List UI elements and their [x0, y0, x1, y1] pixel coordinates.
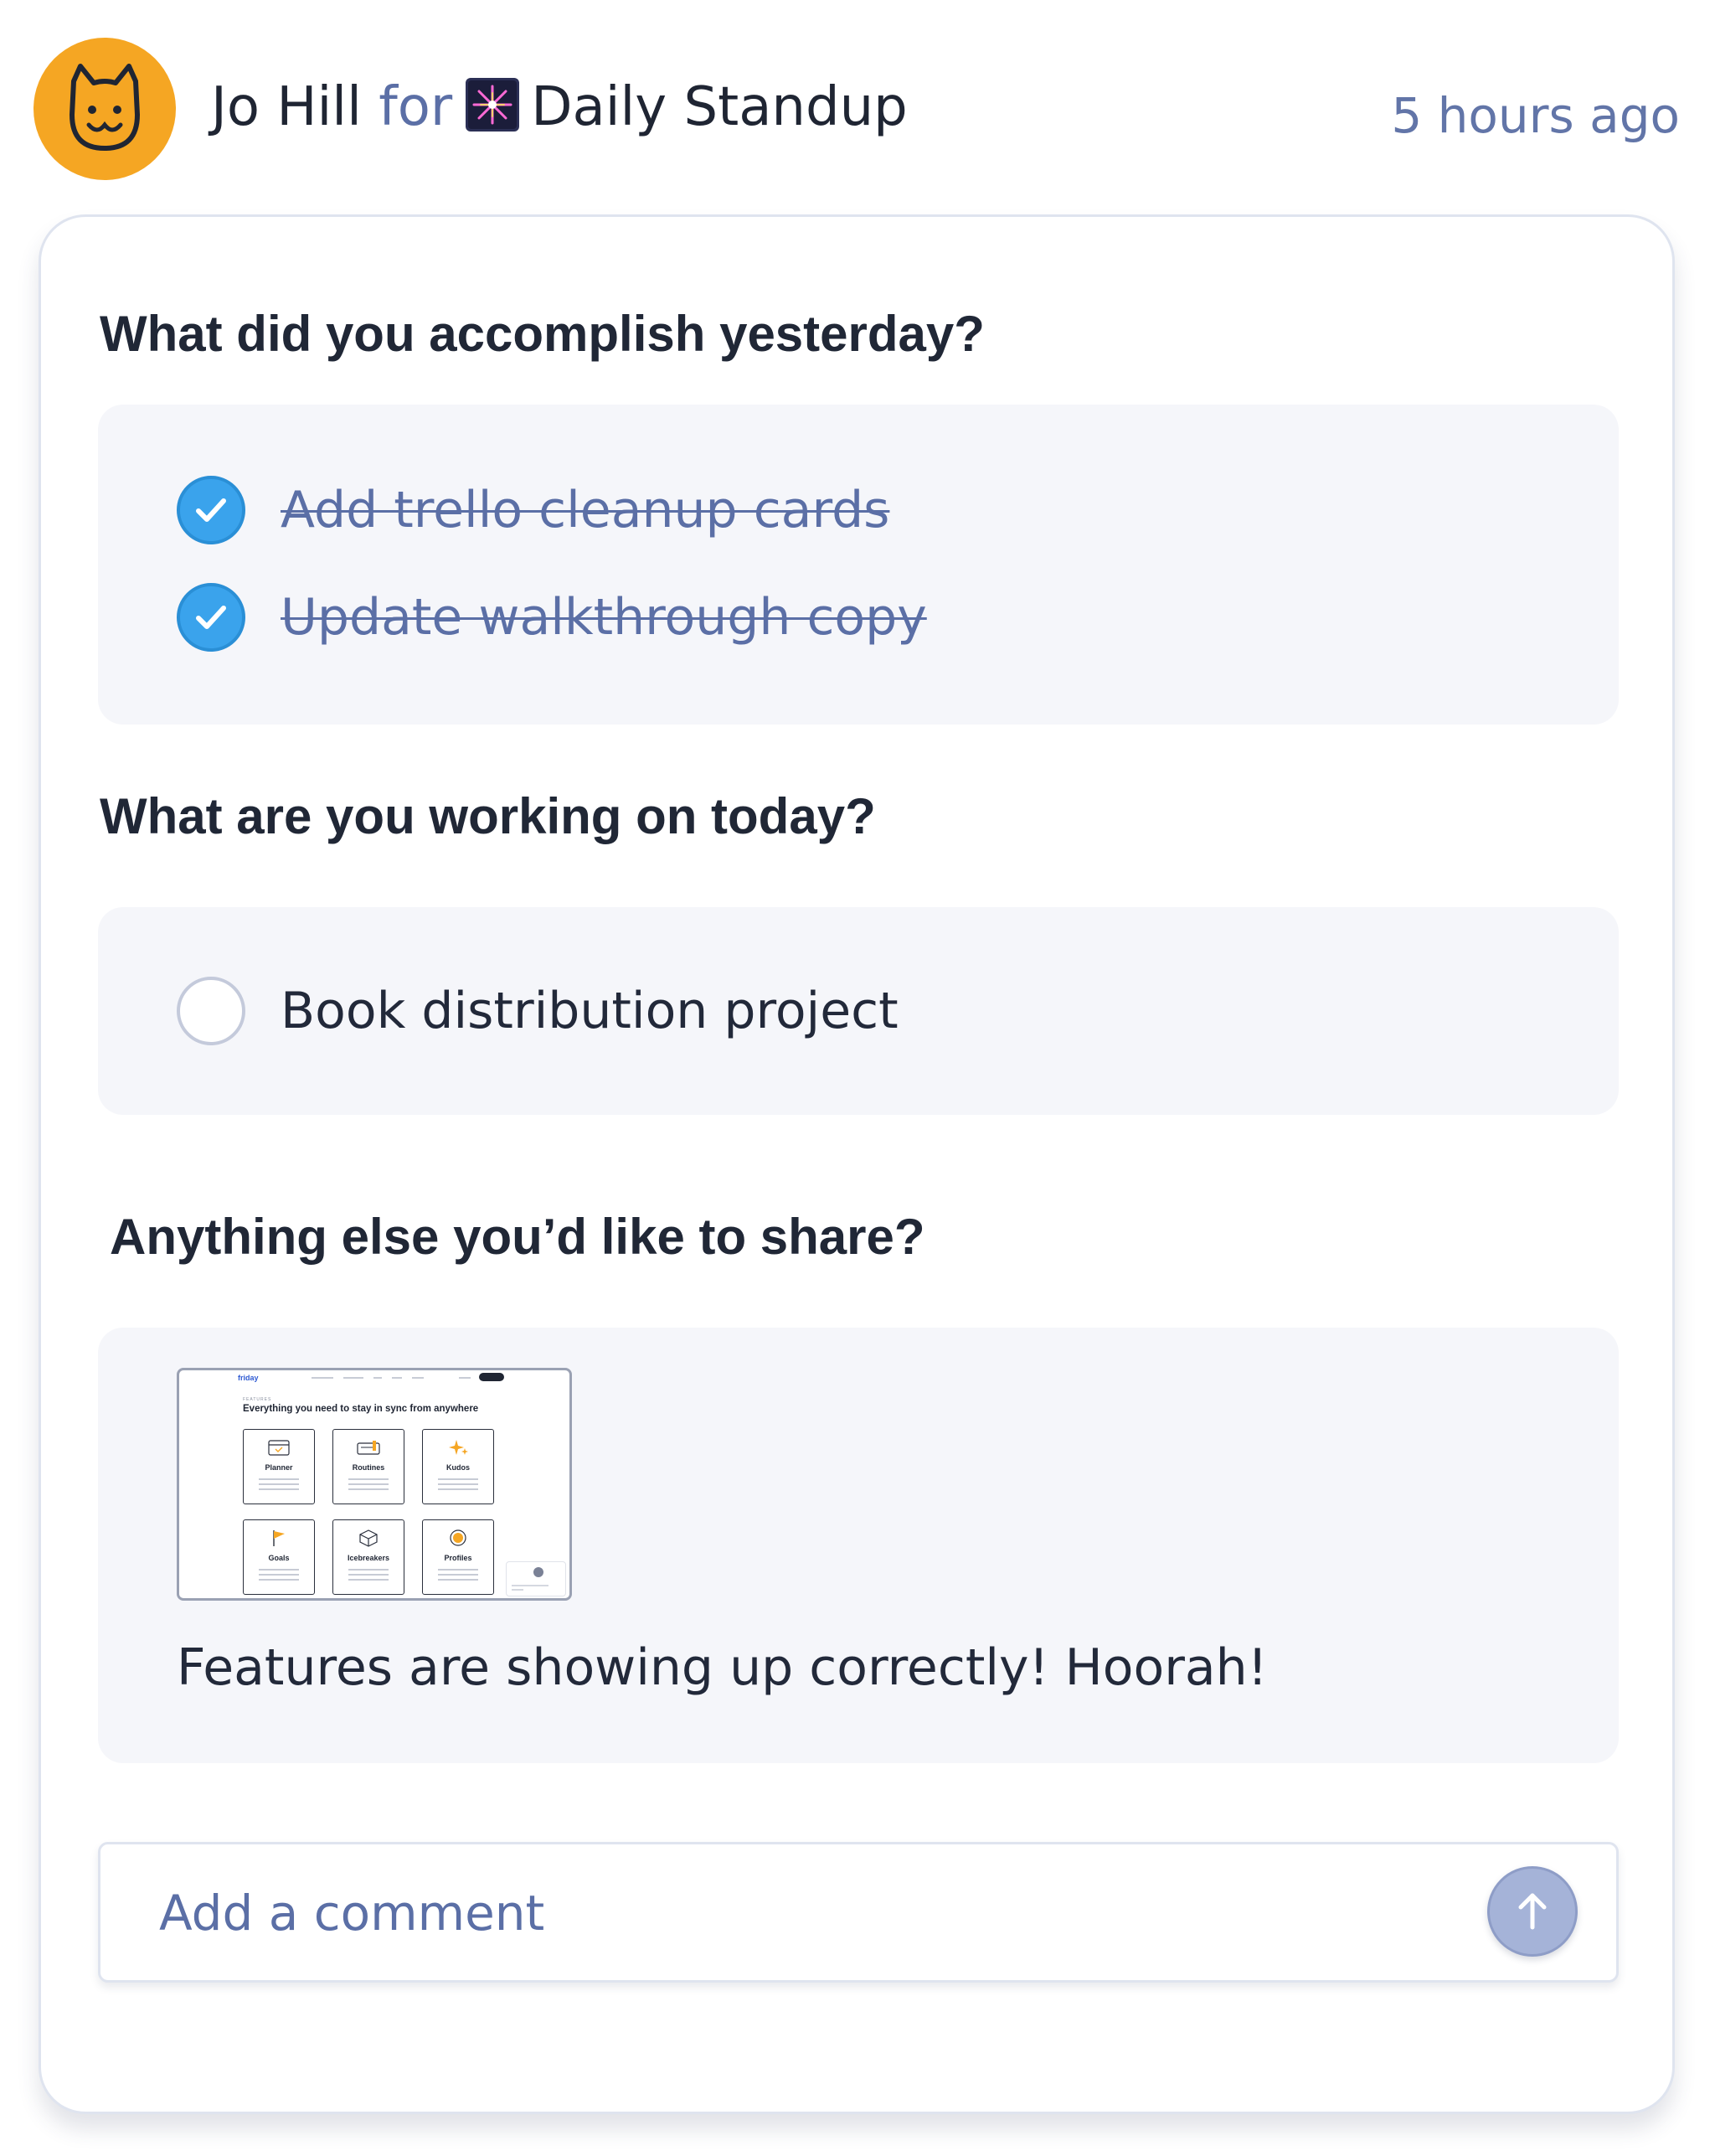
- author-name[interactable]: Jo Hill: [211, 76, 362, 138]
- thumb-chat-widget: [506, 1561, 566, 1596]
- thumb-nav-link: [412, 1377, 424, 1379]
- cat-face-icon: [70, 64, 140, 151]
- post-timestamp: 5 hours ago: [1391, 87, 1680, 144]
- thumb-navbar: friday: [179, 1370, 569, 1384]
- question-today: What are you working on today?: [100, 788, 876, 844]
- calendar-icon: [268, 1440, 290, 1456]
- thumb-tile-label: Goals: [268, 1554, 290, 1562]
- thumb-tile-profiles: Profiles: [422, 1519, 494, 1595]
- routine-name[interactable]: Daily Standup: [531, 76, 908, 138]
- fireworks-icon: [466, 78, 520, 132]
- thumb-kicker: FEATURES: [243, 1397, 272, 1402]
- thumb-tile-label: Profiles: [444, 1554, 472, 1562]
- checkbox-checked[interactable]: [177, 476, 245, 544]
- thumb-nav-link: [312, 1377, 333, 1379]
- checkmark-icon: [196, 606, 226, 629]
- send-comment-button[interactable]: [1487, 1866, 1578, 1957]
- question-anything-else: Anything else you’d like to share?: [110, 1209, 925, 1265]
- checkbox-unchecked[interactable]: [177, 977, 245, 1045]
- item-label: Update walkthrough copy: [281, 588, 927, 647]
- globe-icon: [512, 1567, 548, 1591]
- keyboard-icon: [357, 1441, 380, 1455]
- thumb-nav-link: [373, 1377, 382, 1379]
- thumb-tile-label: Routines: [352, 1463, 385, 1472]
- comment-input[interactable]: [159, 1878, 1465, 1948]
- checklist-item[interactable]: Book distribution project: [177, 976, 899, 1046]
- thumb-nav-link: [459, 1377, 471, 1379]
- cube-icon: [359, 1529, 378, 1547]
- standup-card: What did you accomplish yesterday? Add t…: [39, 214, 1675, 2114]
- for-connector: for: [379, 76, 453, 138]
- item-label: Book distribution project: [281, 982, 899, 1040]
- thumb-tile-icebreakers: Icebreakers: [332, 1519, 404, 1595]
- checklist-item[interactable]: Add trello cleanup cards: [177, 475, 889, 545]
- thumb-tile-goals: Goals: [243, 1519, 315, 1595]
- answer-today: Book distribution project: [98, 907, 1619, 1115]
- answer-anything-else: friday FEATURES Everything you need to s…: [98, 1328, 1619, 1763]
- question-yesterday: What did you accomplish yesterday?: [100, 306, 985, 362]
- thumb-tile-planner: Planner: [243, 1429, 315, 1504]
- thumb-logo: friday: [238, 1374, 259, 1382]
- thumb-tile-label: Icebreakers: [347, 1554, 390, 1562]
- attachment-comment-text: Features are showing up correctly! Hoora…: [177, 1638, 1268, 1697]
- arrow-up-icon: [1518, 1893, 1547, 1930]
- thumb-nav-link: [343, 1377, 363, 1379]
- sparkle-icon: [449, 1440, 468, 1455]
- post-title: Jo Hill for Daily Standup: [211, 74, 908, 141]
- thumb-heading: Everything you need to stay in sync from…: [243, 1404, 479, 1414]
- avatar[interactable]: [33, 38, 176, 180]
- comment-box: [98, 1842, 1619, 1983]
- thumb-tile-kudos: Kudos: [422, 1429, 494, 1504]
- screenshot-attachment[interactable]: friday FEATURES Everything you need to s…: [177, 1368, 572, 1601]
- checkmark-icon: [196, 498, 226, 522]
- profile-icon: [450, 1529, 466, 1546]
- item-label: Add trello cleanup cards: [281, 481, 890, 539]
- thumb-signup-button: [479, 1373, 504, 1381]
- post-header: Jo Hill for Daily Standup 5 hours ago: [0, 0, 1715, 209]
- checklist-item[interactable]: Update walkthrough copy: [177, 582, 927, 652]
- thumb-nav-link: [392, 1377, 402, 1379]
- checkbox-checked[interactable]: [177, 583, 245, 652]
- thumb-tile-routines: Routines: [332, 1429, 404, 1504]
- thumb-tile-label: Planner: [265, 1463, 293, 1472]
- thumb-tile-label: Kudos: [446, 1463, 470, 1472]
- answer-yesterday: Add trello cleanup cards Update walkthro…: [98, 405, 1619, 725]
- flag-icon: [273, 1530, 285, 1546]
